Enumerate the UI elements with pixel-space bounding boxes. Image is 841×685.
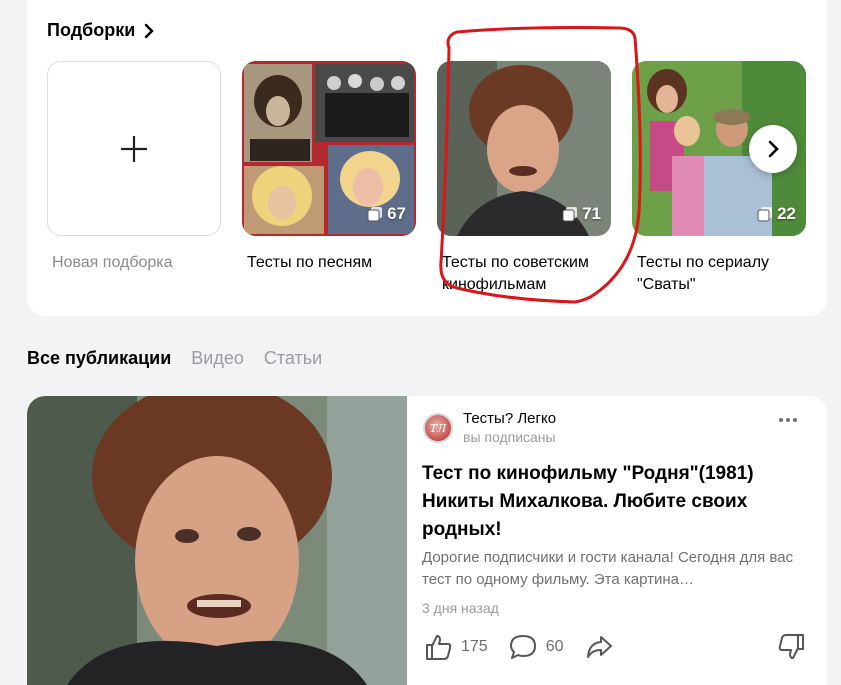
like-button[interactable]: 175 xyxy=(423,632,488,662)
tab-articles[interactable]: Статьи xyxy=(264,348,322,369)
comment-icon xyxy=(509,635,536,659)
post-cover-image xyxy=(27,396,407,685)
collection-tile-songs[interactable]: 67 xyxy=(242,61,416,236)
collections-card: Подборки Новая подборка 67 Тесты по песн… xyxy=(27,0,827,316)
collection-tile-soviet-films[interactable]: 71 xyxy=(437,61,611,236)
collection-count-soviet-films: 71 xyxy=(562,204,601,224)
post-actions: 175 60 xyxy=(423,632,624,662)
post-date: 3 дня назад xyxy=(422,600,499,616)
post-thumbnail[interactable] xyxy=(27,396,407,685)
stack-icon xyxy=(367,207,383,222)
dot-icon xyxy=(793,418,797,422)
like-count: 175 xyxy=(461,638,488,655)
collection-label-soviet-films: Тесты по советским кинофильмам xyxy=(442,254,589,293)
collections-title: Подборки xyxy=(47,20,136,40)
avatar[interactable]: ТЛ xyxy=(423,413,453,443)
collections-next-button[interactable] xyxy=(749,125,797,173)
stack-icon xyxy=(562,207,578,222)
publication-card: ТЛ Тесты? Легко вы подписаны Тест по кин… xyxy=(27,396,827,685)
share-button[interactable] xyxy=(584,632,614,662)
author-name[interactable]: Тесты? Легко xyxy=(463,410,556,428)
comments-button[interactable]: 60 xyxy=(508,632,564,662)
dot-icon xyxy=(779,418,783,422)
share-icon xyxy=(586,636,612,658)
thumbs-up-icon xyxy=(426,635,452,660)
collection-label-songs: Тесты по песням xyxy=(247,254,373,271)
plus-icon xyxy=(121,135,147,162)
collections-header[interactable]: Подборки xyxy=(47,20,155,41)
post-snippet[interactable]: Дорогие подписчики и гости канала! Сегод… xyxy=(422,547,807,591)
collection-label-svaty: Тесты по сериалу "Сваты" xyxy=(637,254,770,293)
author-row[interactable]: ТЛ Тесты? Легко вы подписаны xyxy=(423,410,556,446)
post-title[interactable]: Тест по кинофильму "Родня"(1981) Никиты … xyxy=(422,460,802,544)
dot-icon xyxy=(786,418,790,422)
tab-video[interactable]: Видео xyxy=(191,348,244,369)
comment-count: 60 xyxy=(545,638,564,655)
collection-count-songs: 67 xyxy=(367,204,406,224)
chevron-right-icon xyxy=(768,140,779,158)
thumbs-down-icon xyxy=(778,634,804,659)
feed-tabs: Все публикации Видео Статьи xyxy=(27,348,322,369)
chevron-right-icon xyxy=(145,23,155,38)
subscription-status: вы подписаны xyxy=(463,429,556,445)
tab-all-publications[interactable]: Все публикации xyxy=(27,348,171,369)
new-collection-label: Новая подборка xyxy=(52,254,173,271)
dislike-button[interactable] xyxy=(777,632,807,667)
more-options-button[interactable] xyxy=(779,418,797,422)
stack-icon xyxy=(757,207,773,222)
new-collection-tile[interactable] xyxy=(47,61,221,236)
collection-count-svaty: 22 xyxy=(757,204,796,224)
